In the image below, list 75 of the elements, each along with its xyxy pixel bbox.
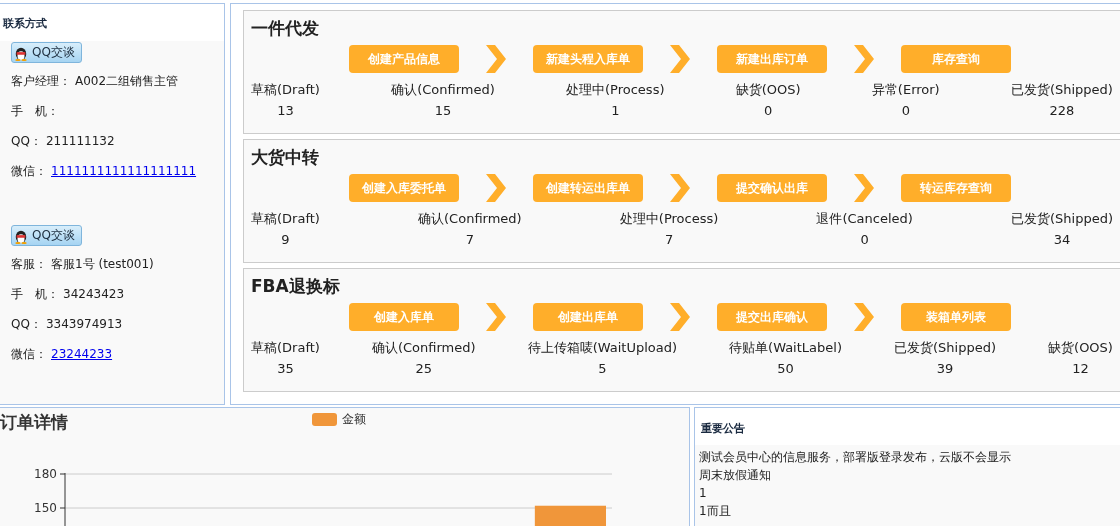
field-value: 3343974913: [45, 317, 123, 331]
field-label: 客户经理：: [11, 72, 71, 90]
wechat-link[interactable]: 1111111111111111111: [51, 164, 197, 178]
notice-item[interactable]: 1: [699, 484, 1116, 502]
bar: [534, 505, 606, 526]
field-value: 211111132: [45, 134, 115, 148]
field-label: QQ：: [11, 132, 42, 150]
status-label: 已发货(Shipped): [1010, 81, 1113, 99]
panel-title: 重要公告: [695, 408, 1120, 445]
status-label: 已发货(Shipped): [894, 339, 997, 357]
field-label: 手 机：: [11, 285, 59, 303]
chevron-icon: [486, 303, 506, 331]
status-count[interactable]: 0: [764, 103, 773, 118]
status-count[interactable]: 12: [1072, 361, 1089, 376]
status-label: 处理中(Process): [566, 81, 665, 99]
chevron-icon: [854, 174, 874, 202]
status-count[interactable]: 0: [901, 103, 910, 118]
status-count[interactable]: 35: [277, 361, 294, 376]
card-title: 大货中转: [251, 146, 320, 169]
notice-item[interactable]: 1而且: [699, 502, 1116, 520]
wechat-link[interactable]: 23244233: [51, 347, 113, 361]
status-count[interactable]: 0: [860, 232, 869, 247]
status-count[interactable]: 7: [664, 232, 674, 247]
field-label: 微信：: [11, 345, 47, 363]
status-label: 待上传箱唛(WaitUpload): [527, 339, 678, 357]
field-label: 客服：: [11, 255, 47, 273]
status-label: 确认(Confirmed): [371, 339, 476, 357]
chevron-icon: [854, 45, 874, 73]
field-label: 微信：: [11, 162, 47, 180]
status-label: 已发货(Shipped): [1010, 210, 1113, 228]
card-title: FBA退换标: [251, 275, 341, 298]
y-axis: [59, 472, 66, 526]
qq-chat-button[interactable]: QQ交谈: [11, 42, 82, 63]
status-count[interactable]: 15: [434, 103, 452, 118]
status-label: 草稿(Draft): [251, 339, 320, 357]
status-count[interactable]: 25: [415, 361, 433, 376]
field-label: QQ：: [11, 315, 42, 333]
status-label: 确认(Confirmed): [391, 81, 495, 99]
status-count[interactable]: 9: [281, 232, 290, 247]
tick-label: 150: [34, 501, 57, 515]
field-label: 手 机：: [11, 102, 59, 120]
field-value: A002二组销售主管: [75, 72, 179, 90]
qq-chat-button[interactable]: QQ交谈: [11, 225, 82, 246]
chart-title: 订单详情: [0, 411, 69, 434]
chevron-icon: [854, 303, 874, 331]
status-count[interactable]: 13: [277, 103, 294, 118]
status-count[interactable]: 228: [1049, 103, 1075, 118]
status-count[interactable]: 5: [598, 361, 607, 376]
panel-title: 联系方式: [0, 4, 224, 41]
status-count[interactable]: 1: [611, 103, 620, 118]
notice-item[interactable]: 周末放假通知: [699, 466, 1116, 484]
status-label: 缺货(OOS): [1048, 339, 1113, 357]
status-label: 草稿(Draft): [251, 81, 320, 99]
status-label: 待贴单(WaitLabel): [729, 339, 842, 357]
chevron-icon: [670, 174, 690, 202]
status-label: 退件(Canceled): [816, 210, 913, 228]
chevron-icon: [670, 45, 690, 73]
chevron-icon: [486, 45, 506, 73]
status-label: 草稿(Draft): [251, 210, 320, 228]
status-count[interactable]: 39: [936, 361, 954, 376]
field-value: 客服1号 (test001): [51, 255, 154, 273]
status-label: 异常(Error): [871, 81, 940, 99]
status-label: 缺货(OOS): [735, 81, 801, 99]
chevron-icon: [486, 174, 506, 202]
notice-item[interactable]: 测试会员中心的信息服务，部署版登录发布，云版不会显示: [699, 448, 1116, 466]
status-count[interactable]: 50: [777, 361, 794, 376]
field-value: 34243423: [63, 287, 125, 301]
legend-label: 金额: [342, 411, 366, 428]
status-count[interactable]: 34: [1053, 232, 1071, 247]
status-label: 确认(Confirmed): [418, 210, 522, 228]
status-count[interactable]: 7: [465, 232, 474, 247]
card-title: 一件代发: [251, 17, 320, 40]
chevron-icon: [670, 303, 690, 331]
tick-label: 180: [34, 467, 57, 481]
status-label: 处理中(Process): [619, 210, 719, 228]
